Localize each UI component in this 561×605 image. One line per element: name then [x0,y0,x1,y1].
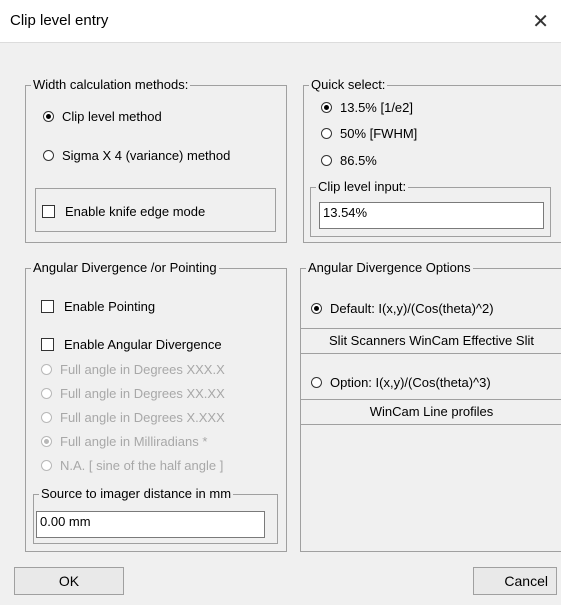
radio-na-sine[interactable]: N.A. [ sine of the half angle ] [41,458,223,473]
radio-label: Full angle in Milliradians * [60,434,208,449]
radio-clip-level-method[interactable]: Clip level method [43,109,162,124]
quick-select-legend: Quick select: [309,77,388,92]
radio-label: Full angle in Degrees XX.XX [60,386,225,401]
radio-button-icon [43,111,54,122]
radio-label: 86.5% [340,153,377,168]
radio-button-icon [41,388,52,399]
radio-button-icon [41,412,52,423]
checkbox-enable-pointing[interactable]: Enable Pointing [41,299,155,314]
angular-pointing-legend: Angular Divergence /or Pointing [31,260,219,275]
distance-legend: Source to imager distance in mm [39,486,234,501]
divergence-options-group: Angular Divergence Options Default: I(x,… [300,260,561,552]
distance-input[interactable]: 0.00 mm [36,511,265,538]
slit-scanners-button[interactable]: Slit Scanners WinCam Effective Slit [301,328,561,354]
radio-button-icon [41,460,52,471]
radio-13-5[interactable]: 13.5% [1/e2] [321,100,413,115]
checkbox-label: Enable knife edge mode [65,204,206,219]
radio-option-cos3[interactable]: Option: I(x,y)/(Cos(theta)^3) [311,375,491,390]
radio-label: Default: I(x,y)/(Cos(theta)^2) [330,301,494,316]
distance-group: Source to imager distance in mm 0.00 mm [33,486,278,544]
radio-degrees-xx-xx[interactable]: Full angle in Degrees XX.XX [41,386,225,401]
radio-label: Option: I(x,y)/(Cos(theta)^3) [330,375,491,390]
radio-button-icon [41,364,52,375]
clip-level-input[interactable]: 13.54% [319,202,544,229]
radio-label: Full angle in Degrees XXX.X [60,362,225,377]
radio-button-icon [311,377,322,388]
checkbox-icon [41,300,54,313]
radio-default-cos2[interactable]: Default: I(x,y)/(Cos(theta)^2) [311,301,494,316]
ok-button[interactable]: OK [14,567,124,595]
clip-input-group: Clip level input: 13.54% [310,179,551,237]
radio-button-icon [311,303,322,314]
radio-label: N.A. [ sine of the half angle ] [60,458,224,473]
clip-input-legend: Clip level input: [316,179,409,194]
divergence-options-legend: Angular Divergence Options [306,260,473,275]
width-methods-group: Width calculation methods: Clip level me… [25,77,287,243]
radio-label: Full angle in Degrees X.XXX [60,410,225,425]
radio-50[interactable]: 50% [FWHM] [321,126,417,141]
checkbox-icon [42,205,55,218]
window-title: Clip level entry [10,12,109,29]
radio-label: 13.5% [1/e2] [340,100,413,115]
radio-button-icon [321,102,332,113]
wincam-line-profiles-button[interactable]: WinCam Line profiles [301,399,561,425]
radio-sigma-method[interactable]: Sigma X 4 (variance) method [43,148,230,163]
title-bar: Clip level entry ✕ [0,0,561,43]
radio-label: Clip level method [62,109,162,124]
radio-milliradians[interactable]: Full angle in Milliradians * [41,434,207,449]
radio-86-5[interactable]: 86.5% [321,153,377,168]
quick-select-group: Quick select: 13.5% [1/e2] 50% [FWHM] 86… [303,77,561,243]
radio-button-icon [43,150,54,161]
checkbox-enable-divergence[interactable]: Enable Angular Divergence [41,337,222,352]
checkbox-knife-edge[interactable]: Enable knife edge mode [42,204,205,219]
radio-button-icon [321,128,332,139]
checkbox-label: Enable Angular Divergence [64,337,222,352]
radio-label: 50% [FWHM] [340,126,418,141]
radio-label: Sigma X 4 (variance) method [62,148,231,163]
checkbox-icon [41,338,54,351]
radio-button-icon [41,436,52,447]
close-icon[interactable]: ✕ [532,9,549,33]
radio-degrees-xxx-x[interactable]: Full angle in Degrees XXX.X [41,362,225,377]
width-methods-legend: Width calculation methods: [31,77,191,92]
checkbox-label: Enable Pointing [64,299,156,314]
angular-pointing-group: Angular Divergence /or Pointing Enable P… [25,260,287,552]
radio-degrees-x-xxx[interactable]: Full angle in Degrees X.XXX [41,410,225,425]
knife-edge-box: Enable knife edge mode [35,188,276,232]
radio-button-icon [321,155,332,166]
cancel-button[interactable]: Cancel [473,567,557,595]
